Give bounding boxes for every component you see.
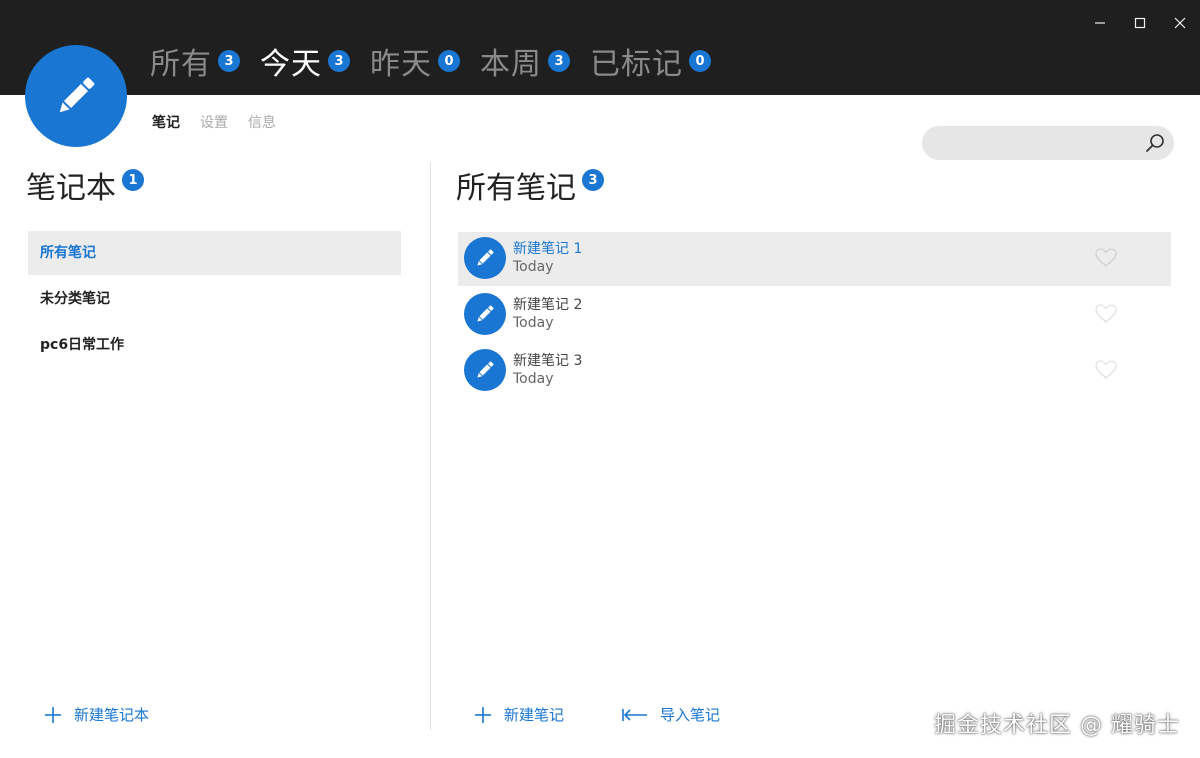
plus-icon <box>474 706 492 724</box>
heart-icon[interactable] <box>1095 360 1117 380</box>
tab-all[interactable]: 所有 3 <box>150 45 240 85</box>
tab-today[interactable]: 今天 3 <box>260 45 350 85</box>
note-title: 新建笔记 3 <box>513 353 583 369</box>
heart-icon[interactable] <box>1095 304 1117 324</box>
maximize-icon[interactable] <box>1120 8 1160 38</box>
note-date: Today <box>513 371 554 387</box>
notes-header: 所有笔记 3 <box>456 163 604 207</box>
count-badge: 0 <box>438 50 460 72</box>
list-item[interactable]: 新建笔记 3 Today <box>458 344 1171 398</box>
note-title: 新建笔记 2 <box>513 297 583 313</box>
pencil-icon <box>59 77 95 113</box>
new-notebook-button[interactable]: 新建笔记本 <box>44 704 149 725</box>
heart-icon[interactable] <box>1095 248 1117 268</box>
notebooks-header: 笔记本 1 <box>26 163 144 207</box>
tab-label: 本周 <box>480 47 542 82</box>
filter-tabs: 所有 3 今天 3 昨天 0 本周 3 已标记 0 <box>150 44 731 86</box>
count-badge: 1 <box>122 169 144 191</box>
note-date: Today <box>513 259 554 275</box>
note-list: 新建笔记 1 Today 新建笔记 2 Today 新建笔记 3 Today <box>458 232 1171 400</box>
window-controls <box>1080 8 1200 38</box>
app-logo <box>25 45 127 147</box>
note-title: 新建笔记 1 <box>513 241 583 257</box>
plus-icon <box>44 706 62 724</box>
count-badge: 3 <box>582 169 604 191</box>
note-avatar <box>464 349 506 391</box>
search-icon[interactable] <box>1144 132 1166 154</box>
sub-tabs: 笔记 设置 信息 <box>152 112 296 132</box>
notebook-item-uncategorized[interactable]: 未分类笔记 <box>28 277 401 321</box>
count-badge: 3 <box>218 50 240 72</box>
tab-yesterday[interactable]: 昨天 0 <box>370 45 460 85</box>
minimize-icon[interactable] <box>1080 8 1120 38</box>
new-note-button[interactable]: 新建笔记 <box>474 704 564 725</box>
list-item[interactable]: 新建笔记 2 Today <box>458 288 1171 342</box>
tab-this-week[interactable]: 本周 3 <box>480 45 570 85</box>
tab-label: 今天 <box>260 47 322 82</box>
import-notes-button[interactable]: 导入笔记 <box>622 704 720 725</box>
notebook-item-all-notes[interactable]: 所有笔记 <box>28 231 401 275</box>
notebook-list: 所有笔记 未分类笔记 pc6日常工作 <box>28 231 401 369</box>
title-bar: 所有 3 今天 3 昨天 0 本周 3 已标记 0 <box>0 0 1200 95</box>
import-icon <box>622 707 648 723</box>
tab-label: 昨天 <box>370 47 432 82</box>
new-notebook-label: 新建笔记本 <box>74 706 150 724</box>
pencil-icon <box>477 249 494 266</box>
list-item[interactable]: 新建笔记 1 Today <box>458 232 1171 286</box>
panel-divider <box>430 162 431 730</box>
count-badge: 3 <box>328 50 350 72</box>
note-avatar <box>464 237 506 279</box>
tab-flagged[interactable]: 已标记 0 <box>590 45 711 85</box>
subtab-info[interactable]: 信息 <box>248 112 276 132</box>
search-input[interactable] <box>936 126 1136 160</box>
tab-label: 已标记 <box>590 47 683 82</box>
notebook-item-pc6-daily[interactable]: pc6日常工作 <box>28 323 401 367</box>
close-icon[interactable] <box>1160 8 1200 38</box>
subtab-notes[interactable]: 笔记 <box>152 112 180 132</box>
search-box <box>922 126 1174 160</box>
pencil-icon <box>477 305 494 322</box>
new-note-label: 新建笔记 <box>504 706 565 724</box>
note-avatar <box>464 293 506 335</box>
pencil-icon <box>477 361 494 378</box>
count-badge: 3 <box>548 50 570 72</box>
note-date: Today <box>513 315 554 331</box>
count-badge: 0 <box>689 50 711 72</box>
notebooks-title: 笔记本 <box>26 171 116 206</box>
tab-label: 所有 <box>150 47 212 82</box>
import-notes-label: 导入笔记 <box>660 706 721 724</box>
subtab-settings[interactable]: 设置 <box>200 112 228 132</box>
watermark: 掘金技术社区 @ 耀骑士 <box>934 713 1180 738</box>
notebooks-panel: 笔记本 1 所有笔记 未分类笔记 pc6日常工作 <box>0 150 430 758</box>
notes-title: 所有笔记 <box>456 171 576 206</box>
